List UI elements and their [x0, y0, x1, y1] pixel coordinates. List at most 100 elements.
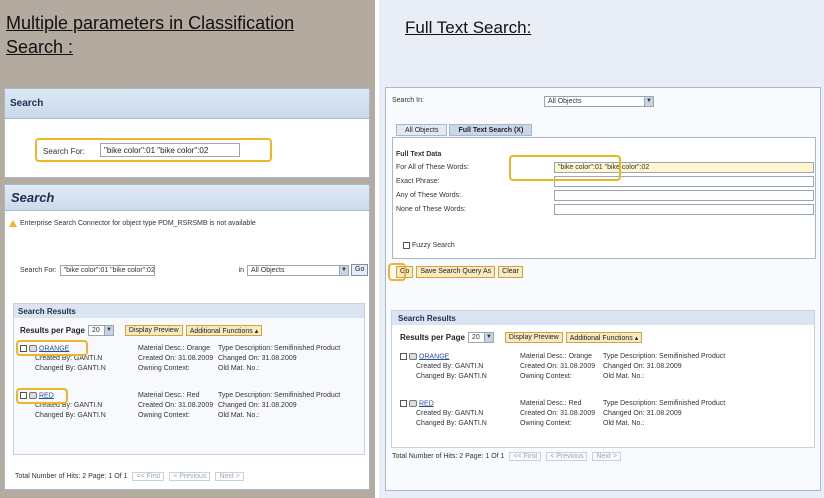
- right-title: Full Text Search:: [405, 18, 532, 37]
- object-type-select[interactable]: All Objects ▼: [247, 264, 350, 276]
- result-select: RED: [400, 400, 434, 407]
- result-name-link[interactable]: RED: [419, 400, 434, 407]
- results-per-page-label: Results per Page: [20, 326, 85, 335]
- display-preview-button[interactable]: Display Preview: [504, 332, 563, 343]
- material-desc: Material Desc.: Red: [138, 392, 200, 399]
- owning-context: Owning Context:: [520, 420, 572, 427]
- result-checkbox[interactable]: [400, 400, 407, 407]
- display-preview-button[interactable]: Display Preview: [124, 325, 183, 336]
- old-material-number: Old Mat. No.:: [218, 365, 260, 372]
- previous-page-button[interactable]: < Previous: [546, 452, 588, 461]
- changed-on: Changed On: 31.08.2009: [603, 410, 682, 417]
- pagination: Total Number of Hits: 2 Page: 1 Of 1 << …: [15, 472, 244, 481]
- search-results-panel: Search Results Results per Page 20 ▼ Dis…: [391, 310, 815, 448]
- orange-highlight: [16, 340, 88, 356]
- chevron-down-icon[interactable]: ▼: [339, 265, 349, 275]
- changed-by: Changed By: GANTI.N: [416, 420, 487, 427]
- created-on: Created On: 31.08.2009: [520, 410, 596, 417]
- warning-text: Enterprise Search Connector for object t…: [20, 220, 256, 227]
- old-material-number: Old Mat. No.:: [603, 420, 645, 427]
- chevron-down-icon[interactable]: ▼: [644, 97, 653, 106]
- search-results-header: Search Results: [392, 311, 814, 325]
- none-words-input[interactable]: [554, 204, 814, 215]
- owning-context: Owning Context:: [138, 365, 190, 372]
- search-for-input[interactable]: "bike color":01 "bike color":02: [59, 264, 155, 276]
- results-per-page-label: Results per Page: [400, 333, 465, 342]
- results-per-page-select[interactable]: 20 ▼: [87, 325, 114, 336]
- material-desc: Material Desc.: Orange: [138, 345, 210, 352]
- list-item: RED Created By: GANTI.N Changed By: GANT…: [20, 391, 360, 435]
- fuzzy-search-option: Fuzzy Search: [403, 242, 455, 249]
- type-description: Type Description: Semifinished Product: [603, 400, 726, 407]
- type-description: Type Description: Semifinished Product: [218, 392, 341, 399]
- search-for-label: Search For:: [20, 266, 57, 274]
- tab-full-text-search[interactable]: Full Text Search (X): [449, 124, 533, 136]
- search-in-value: All Objects: [548, 98, 582, 105]
- search-in-label: Search In:: [392, 97, 424, 104]
- pagination: Total Number of Hits: 2 Page: 1 Of 1 << …: [392, 452, 621, 461]
- created-on: Created On: 31.08.2009: [138, 402, 214, 409]
- any-words-input[interactable]: [554, 190, 814, 201]
- first-page-button[interactable]: << First: [509, 452, 542, 461]
- tab-all-objects[interactable]: All Objects: [396, 124, 448, 136]
- material-desc: Material Desc.: Red: [520, 400, 582, 407]
- created-by: Created By: GANTI.N: [416, 363, 484, 370]
- created-on: Created On: 31.08.2009: [520, 363, 596, 370]
- changed-by: Changed By: GANTI.N: [416, 373, 487, 380]
- all-words-highlight: [509, 155, 621, 181]
- previous-page-button[interactable]: < Previous: [169, 472, 211, 481]
- old-material-number: Old Mat. No.:: [218, 412, 260, 419]
- search-box-header: Search: [5, 89, 369, 119]
- changed-on: Changed On: 31.08.2009: [218, 402, 297, 409]
- right-panel: Full Text Search: Search In: All Objects…: [377, 0, 824, 498]
- list-item: RED Created By: GANTI.N Changed By: GANT…: [400, 399, 810, 441]
- type-description: Type Description: Semifinished Product: [603, 353, 726, 360]
- owning-context: Owning Context:: [520, 373, 572, 380]
- classification-search-box: Search Search For: "bike color":01 "bike…: [4, 88, 370, 178]
- additional-functions-button[interactable]: Additional Functions ▴: [565, 332, 643, 343]
- clear-button[interactable]: Clear: [498, 266, 523, 278]
- search-page-header: Search: [5, 185, 369, 211]
- material-desc: Material Desc.: Orange: [520, 353, 592, 360]
- search-tabs: All Objects Full Text Search (X): [396, 124, 533, 136]
- all-words-label: For All of These Words:: [396, 164, 469, 171]
- search-actions: Go Save Search Query As Clear: [396, 266, 523, 278]
- created-by: Created By: GANTI.N: [35, 355, 103, 362]
- result-name-link[interactable]: ORANGE: [419, 353, 449, 360]
- additional-functions-button[interactable]: Additional Functions ▴: [185, 325, 263, 336]
- go-button-highlight: [388, 263, 406, 281]
- search-for-highlight: Search For: "bike color":01 "bike color"…: [35, 138, 272, 162]
- old-material-number: Old Mat. No.:: [603, 373, 645, 380]
- fuzzy-search-label: Fuzzy Search: [412, 242, 455, 249]
- changed-by: Changed By: GANTI.N: [35, 412, 106, 419]
- first-page-button[interactable]: << First: [132, 472, 165, 481]
- result-select: ORANGE: [400, 353, 449, 360]
- next-page-button[interactable]: Next >: [215, 472, 244, 481]
- result-checkbox[interactable]: [400, 353, 407, 360]
- material-icon: [409, 400, 417, 407]
- next-page-button[interactable]: Next >: [592, 452, 621, 461]
- any-words-label: Any of These Words:: [396, 192, 462, 199]
- search-for-label: Search For:: [43, 147, 85, 156]
- left-title-line1: Multiple parameters in Classification: [6, 13, 295, 33]
- total-hits: Total Number of Hits: 2 Page: 1 Of 1: [392, 453, 505, 460]
- material-icon: [409, 353, 417, 360]
- red-highlight: [16, 388, 68, 404]
- results-per-page-value: 20: [471, 334, 480, 341]
- fuzzy-search-checkbox[interactable]: [403, 242, 410, 249]
- save-query-button[interactable]: Save Search Query As: [416, 266, 496, 278]
- search-results-box: Search Enterprise Search Connector for o…: [4, 184, 370, 490]
- search-in-select[interactable]: All Objects ▼: [544, 96, 654, 107]
- changed-on: Changed On: 31.08.2009: [603, 363, 682, 370]
- changed-on: Changed On: 31.08.2009: [218, 355, 297, 362]
- go-button[interactable]: Go: [351, 264, 369, 276]
- chevron-down-icon[interactable]: ▼: [103, 326, 113, 335]
- search-for-input[interactable]: "bike color":01 "bike color":02: [100, 143, 240, 157]
- total-hits: Total Number of Hits: 2 Page: 1 Of 1: [15, 473, 128, 480]
- results-per-page-select[interactable]: 20 ▼: [467, 332, 494, 343]
- search-results-header: Search Results: [14, 304, 364, 318]
- warning-icon: [9, 220, 17, 227]
- chevron-down-icon[interactable]: ▼: [483, 333, 493, 342]
- list-item: ORANGE Created By: GANTI.N Changed By: G…: [400, 352, 810, 394]
- results-toolbar: Results per Page 20 ▼ Display Preview Ad…: [400, 332, 643, 343]
